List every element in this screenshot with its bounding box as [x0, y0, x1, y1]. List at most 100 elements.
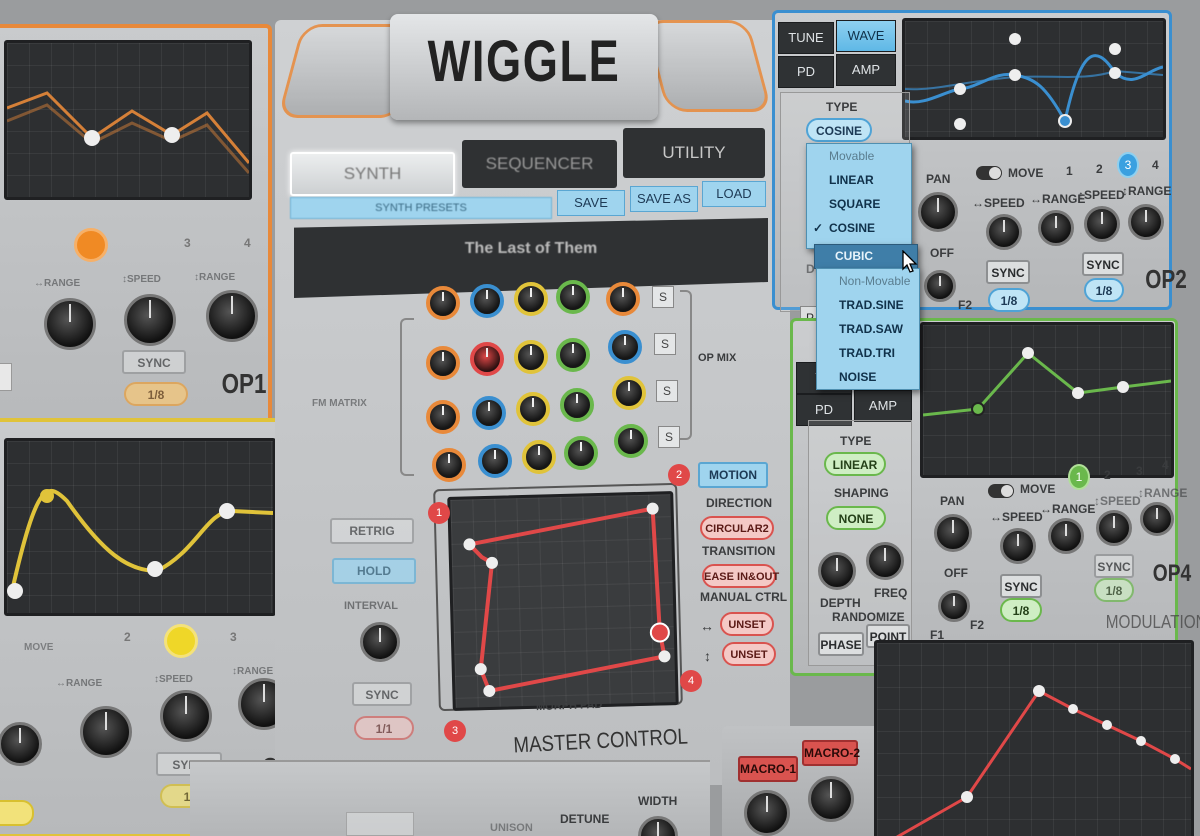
op4-sync-2[interactable]: SYNC — [1094, 554, 1134, 578]
op2-step-3[interactable]: 3 — [1117, 152, 1139, 178]
macro-1-button[interactable]: MACRO-1 — [738, 756, 798, 782]
interval-sync-button[interactable]: SYNC — [352, 682, 412, 706]
direction-select[interactable]: CIRCULAR2 — [700, 516, 774, 540]
op2-hrange-knob[interactable] — [1038, 210, 1074, 246]
op-mix-knob[interactable] — [612, 376, 646, 410]
fm-knob[interactable] — [560, 388, 594, 422]
op2-tab-pd[interactable]: PD — [778, 56, 834, 88]
op2-tab-wave[interactable]: WAVE — [836, 20, 896, 52]
op2-move-toggle[interactable] — [976, 166, 1002, 180]
op2-step-2[interactable]: 2 — [1096, 162, 1103, 176]
op2-tab-tune[interactable]: TUNE — [778, 22, 834, 54]
op4-pan-knob[interactable] — [934, 514, 972, 552]
fm-knob[interactable] — [514, 282, 548, 316]
op4-tab-amp[interactable]: AMP — [854, 390, 912, 422]
retrig-button[interactable]: RETRIG — [330, 518, 414, 544]
op4-sync-1[interactable]: SYNC — [1000, 574, 1042, 598]
solo-button[interactable]: S — [652, 286, 674, 308]
op3-wave-display[interactable] — [4, 438, 276, 616]
op4-move-toggle[interactable] — [988, 484, 1014, 498]
op3-step-3[interactable]: 3 — [230, 630, 237, 644]
tab-sequencer[interactable]: SEQUENCER — [462, 140, 617, 188]
solo-button[interactable]: S — [654, 333, 676, 355]
tab-synth[interactable]: SYNTH — [290, 152, 455, 196]
hold-button[interactable]: HOLD — [332, 558, 416, 584]
op3-step-active[interactable] — [164, 624, 198, 658]
op4-hspeed-knob[interactable] — [1000, 528, 1036, 564]
op4-type-select[interactable]: LINEAR — [824, 452, 886, 476]
op4-phase-button[interactable]: PHASE — [818, 632, 864, 656]
fm-knob[interactable] — [478, 444, 512, 478]
op2-ratio-2[interactable]: 1/8 — [1084, 278, 1124, 302]
dropdown-item-linear[interactable]: LINEAR — [807, 168, 911, 192]
op2-pan-knob[interactable] — [918, 192, 958, 232]
op2-f2-knob[interactable] — [924, 270, 956, 302]
dropdown-item-trad-sine[interactable]: TRAD.SINE — [817, 293, 919, 317]
op4-shaping-select[interactable]: NONE — [826, 506, 886, 530]
op4-step-2[interactable]: 2 — [1104, 468, 1111, 482]
op4-depth-knob[interactable] — [818, 552, 856, 590]
op4-ratio-1[interactable]: 1/8 — [1000, 598, 1042, 622]
fm-knob[interactable] — [426, 286, 460, 320]
fm-knob[interactable] — [426, 346, 460, 380]
op4-step-3[interactable]: 3 — [1136, 464, 1143, 478]
tab-utility[interactable]: UTILITY — [623, 128, 765, 178]
op1-step-4[interactable]: 4 — [244, 236, 251, 250]
motion-button[interactable]: MOTION — [698, 462, 768, 488]
op1-step-3[interactable]: 3 — [184, 236, 191, 250]
op1-step-active[interactable] — [74, 228, 108, 262]
morph-corner-3[interactable]: 3 — [444, 720, 466, 742]
dropdown-item-square[interactable]: SQUARE — [807, 192, 911, 216]
interval-value-button[interactable]: 1/1 — [354, 716, 414, 740]
op1-ratio-button[interactable]: 1/8 — [124, 382, 188, 406]
load-button[interactable]: LOAD — [702, 181, 766, 207]
interval-knob[interactable] — [360, 622, 400, 662]
macro-2-button[interactable]: MACRO-2 — [802, 740, 860, 766]
save-button[interactable]: SAVE — [557, 190, 625, 216]
op4-step-1[interactable]: 1 — [1068, 464, 1090, 490]
manual-v-unset[interactable]: UNSET — [722, 642, 776, 666]
fm-knob[interactable] — [470, 284, 504, 318]
op2-tab-amp[interactable]: AMP — [836, 54, 896, 86]
synth-presets-dropdown[interactable]: SYNTH PRESETS — [290, 197, 552, 219]
op2-hspeed-knob[interactable] — [986, 214, 1022, 250]
op3-step-2[interactable]: 2 — [124, 630, 131, 644]
op3-speed-knob[interactable] — [160, 690, 212, 742]
fm-knob[interactable] — [522, 440, 556, 474]
dropdown-item-trad-saw[interactable]: TRAD.SAW — [817, 317, 919, 341]
op-mix-knob[interactable] — [606, 282, 640, 316]
modulations-display[interactable] — [874, 640, 1194, 836]
op4-wave-display[interactable] — [920, 322, 1174, 478]
op2-sync-1[interactable]: SYNC — [986, 260, 1030, 284]
wave-type-dropdown-lower[interactable]: Non-Movable TRAD.SINE TRAD.SAW TRAD.TRI … — [816, 268, 920, 390]
manual-h-unset[interactable]: UNSET — [720, 612, 774, 636]
macro-1-knob[interactable] — [744, 790, 790, 836]
op1-sync-button[interactable]: SYNC — [122, 350, 186, 374]
op1-range-knob[interactable] — [44, 298, 96, 350]
solo-button[interactable]: S — [656, 380, 678, 402]
op1-vrange-knob[interactable] — [206, 290, 258, 342]
op2-vspeed-knob[interactable] — [1084, 206, 1120, 242]
morph-pad[interactable] — [447, 491, 679, 711]
fm-knob[interactable] — [556, 338, 590, 372]
wave-type-dropdown[interactable]: Movable LINEAR SQUARE ✓ COSINE — [806, 143, 912, 249]
dropdown-item-cosine[interactable]: ✓ COSINE — [807, 216, 911, 240]
dropdown-item-trad-tri[interactable]: TRAD.TRI — [817, 341, 919, 365]
op4-ratio-2[interactable]: 1/8 — [1094, 578, 1134, 602]
op4-f1-knob[interactable] — [938, 590, 970, 622]
op2-sync-2[interactable]: SYNC — [1082, 252, 1124, 276]
op3-pan-knob[interactable] — [0, 722, 42, 766]
op4-freq-knob[interactable] — [866, 542, 904, 580]
fm-knob[interactable] — [514, 340, 548, 374]
op4-hrange-knob[interactable] — [1048, 518, 1084, 554]
op2-wave-display[interactable] — [902, 18, 1166, 140]
save-as-button[interactable]: SAVE AS — [630, 186, 698, 212]
fm-knob[interactable] — [516, 392, 550, 426]
macro-2-knob[interactable] — [808, 776, 854, 822]
dropdown-item-noise[interactable]: NOISE — [817, 365, 919, 389]
morph-corner-4[interactable]: 4 — [680, 670, 702, 692]
fm-knob[interactable] — [426, 400, 460, 434]
op-mix-knob[interactable] — [608, 330, 642, 364]
op3-range-knob[interactable] — [80, 706, 132, 758]
morph-corner-2[interactable]: 2 — [668, 464, 690, 486]
